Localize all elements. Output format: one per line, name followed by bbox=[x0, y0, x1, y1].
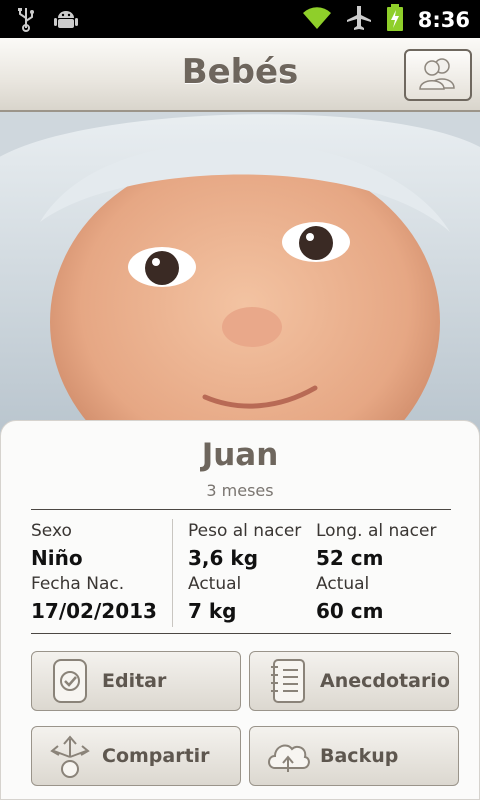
current-weight-value: 7 kg bbox=[188, 599, 237, 623]
baby-age: 3 meses bbox=[206, 481, 274, 500]
backup-button-label: Backup bbox=[320, 745, 399, 767]
birth-length-value: 52 cm bbox=[316, 546, 384, 570]
share-button-label: Compartir bbox=[102, 745, 210, 767]
anecdotes-button[interactable]: Anecdotario bbox=[249, 651, 459, 711]
cloud-upload-icon bbox=[264, 732, 312, 780]
birthdate-value: 17/02/2013 bbox=[31, 599, 157, 623]
birth-weight-label: Peso al nacer bbox=[188, 521, 302, 541]
current-length-value: 60 cm bbox=[316, 599, 384, 623]
usb-icon bbox=[16, 6, 36, 36]
birthdate-label: Fecha Nac. bbox=[31, 574, 125, 594]
baby-name: Juan bbox=[201, 437, 279, 473]
birth-length-label: Long. al nacer bbox=[316, 521, 437, 541]
status-bar: 8:36 bbox=[0, 0, 480, 38]
action-bar: Bebés bbox=[0, 38, 480, 112]
baby-info-card: Juan 3 meses Sexo Niño Fecha Nac. 17/02/… bbox=[0, 420, 480, 800]
android-debug-icon bbox=[54, 7, 78, 35]
backup-button[interactable]: Backup bbox=[249, 726, 459, 786]
profiles-button[interactable] bbox=[404, 49, 472, 101]
people-icon bbox=[418, 56, 458, 94]
status-time: 8:36 bbox=[417, 8, 470, 32]
anecdotes-button-label: Anecdotario bbox=[320, 670, 450, 692]
share-button[interactable]: Compartir bbox=[31, 726, 241, 786]
share-icon bbox=[46, 732, 94, 780]
divider-vertical bbox=[172, 519, 173, 627]
current-weight-label: Actual bbox=[188, 574, 242, 594]
wifi-icon bbox=[302, 5, 332, 35]
birth-weight-value: 3,6 kg bbox=[188, 546, 259, 570]
edit-button[interactable]: Editar bbox=[31, 651, 241, 711]
current-length-label: Actual bbox=[316, 574, 370, 594]
battery-charging-icon bbox=[386, 4, 404, 36]
baby-photo bbox=[0, 112, 480, 442]
divider-top bbox=[31, 509, 451, 510]
divider-bottom bbox=[31, 633, 451, 634]
edit-button-label: Editar bbox=[102, 670, 167, 692]
notebook-icon bbox=[264, 657, 312, 705]
edit-notebook-icon bbox=[46, 657, 94, 705]
sex-value: Niño bbox=[31, 546, 83, 570]
airplane-mode-icon bbox=[346, 5, 372, 35]
sex-label: Sexo bbox=[31, 521, 72, 541]
